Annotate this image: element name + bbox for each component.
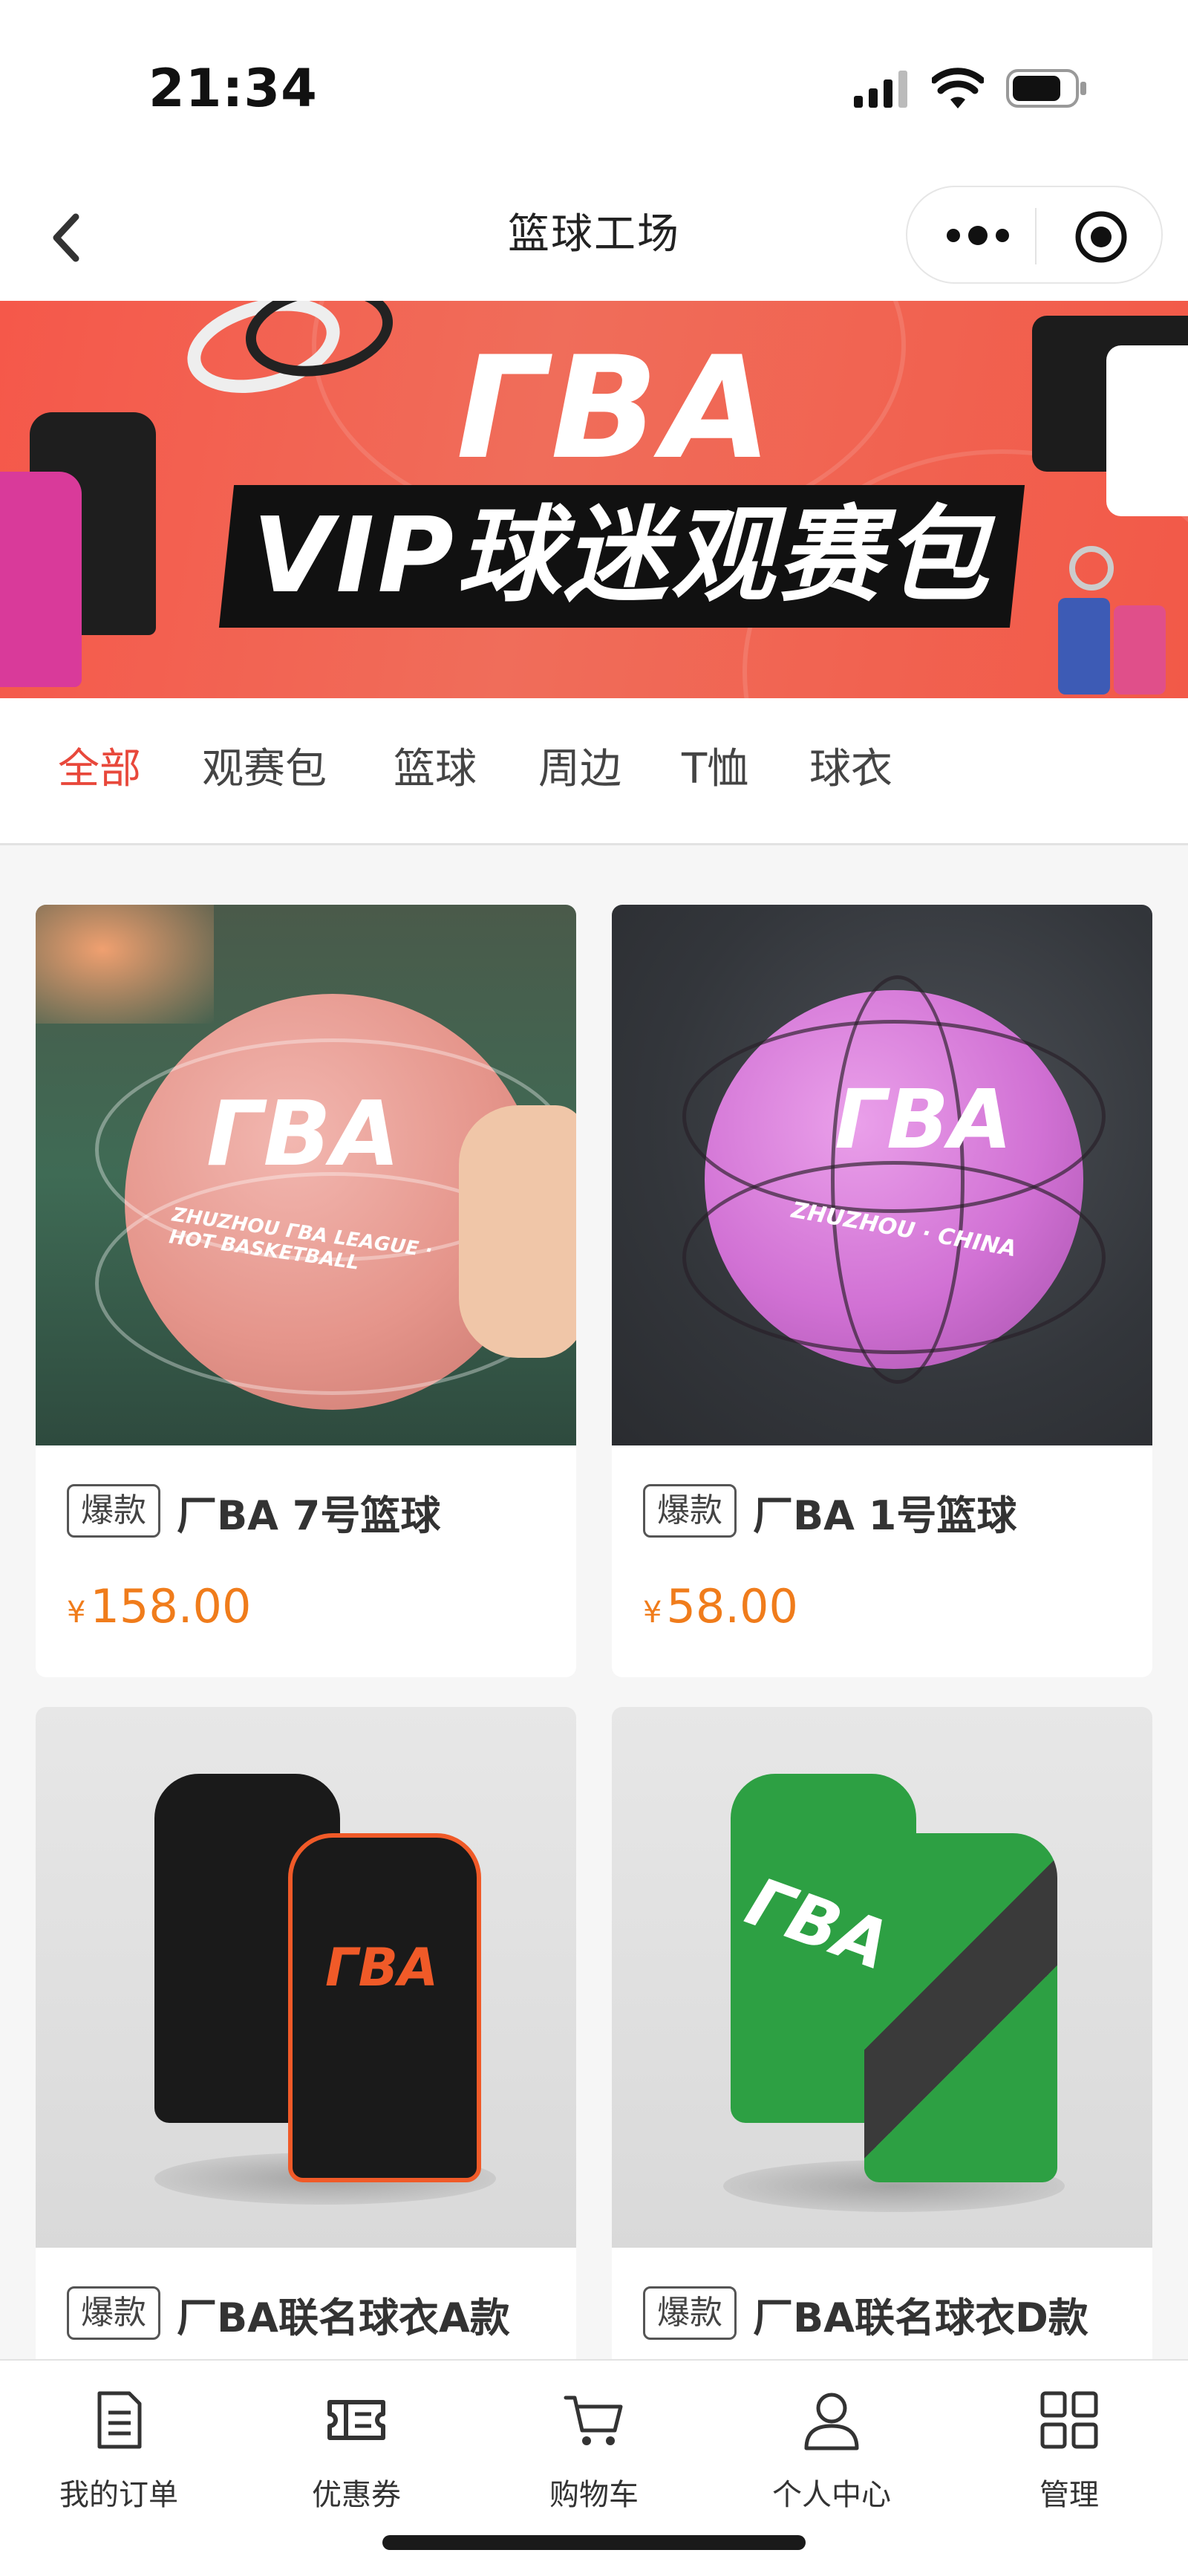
tab-my-orders[interactable]: 我的订单	[0, 2375, 238, 2517]
document-icon	[97, 2391, 142, 2449]
tab-label: 管理	[1040, 2478, 1099, 2512]
tab-label: 我的订单	[59, 2478, 178, 2512]
jersey-logo: ΓBA	[325, 1937, 439, 1998]
currency-symbol: ¥	[643, 1596, 662, 1630]
tab-label: 个人中心	[772, 2478, 891, 2512]
price-value: 58.00	[666, 1579, 798, 1633]
hot-badge: 爆款	[67, 1484, 160, 1538]
home-indicator[interactable]	[382, 2535, 806, 2550]
product-name: 厂BA联名球衣D款	[753, 2294, 1089, 2341]
currency-symbol: ¥	[67, 1596, 86, 1630]
tab-basketball[interactable]: 篮球	[394, 735, 477, 796]
product-image: ΓBA	[36, 1707, 576, 2248]
tab-all[interactable]: 全部	[58, 735, 141, 796]
capsule-divider	[1035, 208, 1037, 264]
more-options-icon[interactable]	[944, 217, 1011, 254]
ball-logo: ΓBA	[206, 1083, 400, 1186]
promo-banner[interactable]: ΓBA VIP球迷观赛包	[0, 301, 1188, 698]
cart-icon	[564, 2396, 623, 2445]
cellular-signal-icon	[854, 71, 907, 108]
ball-logo: ΓBA	[835, 1072, 1013, 1167]
fba-logo: ΓBA	[456, 326, 777, 490]
keychain-image	[1114, 605, 1166, 695]
product-image: ΓBA	[612, 1707, 1152, 2248]
keychain-ring	[1069, 546, 1114, 591]
battery-icon	[1006, 69, 1086, 108]
hot-badge: 爆款	[643, 2286, 737, 2340]
product-name: 厂BA 7号篮球	[177, 1492, 441, 1539]
tab-profile[interactable]: 个人中心	[713, 2375, 950, 2517]
tab-jersey[interactable]: 球衣	[809, 735, 892, 796]
status-bar: 21:34	[0, 0, 1188, 171]
product-image: ΓBA ZHUZHOU ΓBA LEAGUE · HOT BASKETBALL	[36, 905, 576, 1445]
tab-coupons[interactable]: 优惠券	[238, 2375, 475, 2517]
wifi-icon	[932, 68, 984, 108]
mini-program-capsule	[906, 186, 1163, 284]
product-name: 厂BA 1号篮球	[753, 1492, 1017, 1539]
jersey-image	[864, 1833, 1057, 2182]
jersey-image	[288, 1833, 481, 2182]
product-card[interactable]: ΓBA ZHUZHOU ΓBA LEAGUE · HOT BASKETBALL …	[36, 905, 576, 1677]
screen: 21:34 篮球工场 ΓBA VIP球迷观赛包 全部 观赛包 篮球 周边 T恤 …	[0, 0, 1188, 2576]
product-card[interactable]: ΓBA 爆款 厂BA联名球衣D款	[612, 1707, 1152, 2375]
product-card[interactable]: ΓBA 爆款 厂BA联名球衣A款	[36, 1707, 576, 2375]
status-time: 21:34	[148, 58, 318, 119]
price-value: 158.00	[90, 1579, 252, 1633]
grid-icon	[1040, 2391, 1098, 2449]
product-price: ¥158.00	[67, 1579, 251, 1633]
hot-badge: 爆款	[67, 2286, 160, 2340]
hot-badge: 爆款	[643, 1484, 737, 1538]
hand-image	[459, 1105, 576, 1358]
tab-viewing-pack[interactable]: 观赛包	[202, 735, 327, 796]
tab-label: 优惠券	[312, 2478, 401, 2512]
tab-merchandise[interactable]: 周边	[538, 735, 621, 796]
product-image: ΓBA ZHUZHOU · CHINA	[612, 905, 1152, 1445]
keychain-image	[1058, 598, 1110, 695]
navigation-bar: 篮球工场	[0, 171, 1188, 301]
product-name: 厂BA联名球衣A款	[177, 2294, 510, 2341]
category-tabs: 全部 观赛包 篮球 周边 T恤 球衣	[0, 698, 1188, 845]
tshirt-image	[1106, 345, 1188, 516]
product-card[interactable]: ΓBA ZHUZHOU · CHINA 爆款 厂BA 1号篮球 ¥58.00	[612, 905, 1152, 1677]
basketball-image	[682, 975, 1106, 1384]
banner-headline: VIP球迷观赛包	[252, 495, 992, 617]
tab-cart[interactable]: 购物车	[475, 2375, 713, 2517]
ticket-icon	[327, 2400, 385, 2440]
tab-label: 购物车	[549, 2478, 639, 2512]
product-price: ¥58.00	[643, 1579, 798, 1633]
tab-manage[interactable]: 管理	[950, 2375, 1188, 2517]
close-target-icon[interactable]	[1074, 209, 1129, 264]
tab-tshirt[interactable]: T恤	[682, 735, 748, 796]
jersey-image	[0, 472, 82, 687]
person-icon	[804, 2393, 859, 2450]
